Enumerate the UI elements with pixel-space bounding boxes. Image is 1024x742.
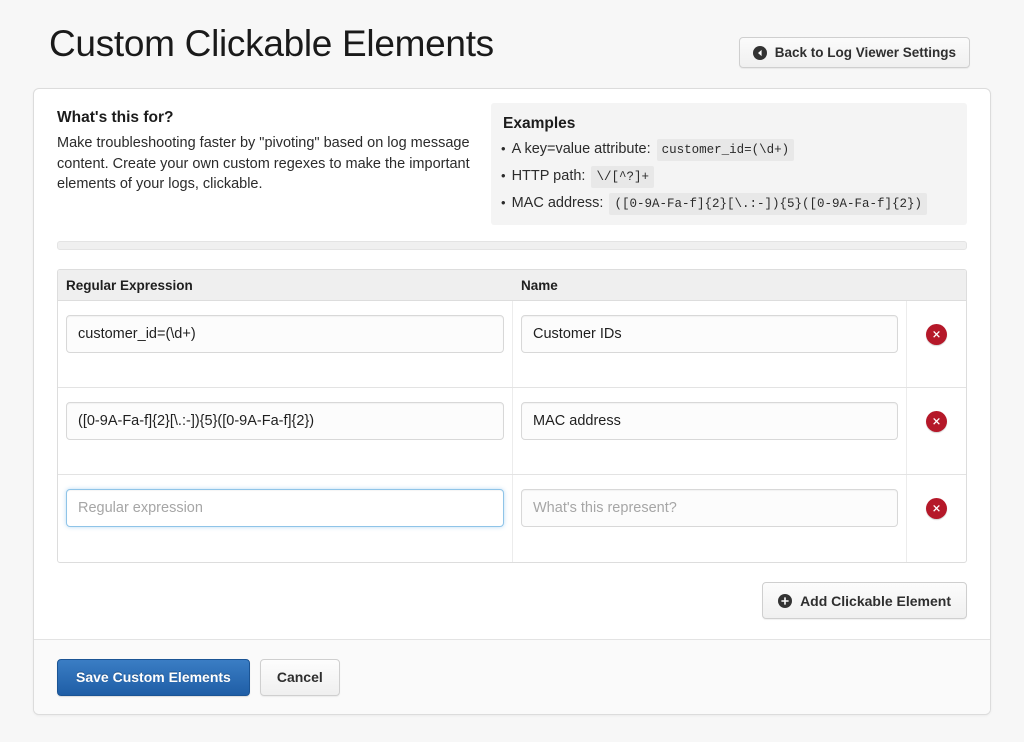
add-button-label: Add Clickable Element xyxy=(800,593,951,609)
back-to-log-viewer-settings-button[interactable]: Back to Log Viewer Settings xyxy=(739,37,970,68)
name-cell xyxy=(513,301,907,387)
bullet-icon: • xyxy=(501,196,506,209)
regex-input[interactable] xyxy=(66,402,504,440)
table-row xyxy=(58,301,966,388)
save-custom-elements-button[interactable]: Save Custom Elements xyxy=(57,659,250,696)
section-divider xyxy=(57,241,967,250)
bullet-icon: • xyxy=(501,169,506,182)
close-x-icon xyxy=(931,329,942,340)
regex-input[interactable] xyxy=(66,315,504,353)
regex-cell xyxy=(58,388,513,474)
panel-footer: Save Custom Elements Cancel xyxy=(34,639,990,714)
delete-cell xyxy=(907,388,966,474)
clickable-elements-table: Regular Expression Name xyxy=(57,269,967,563)
whats-this-for-heading: What's this for? xyxy=(57,109,471,127)
regex-input[interactable] xyxy=(66,489,504,527)
cancel-button[interactable]: Cancel xyxy=(260,659,340,696)
examples-block: Examples • A key=value attribute: custom… xyxy=(491,109,967,225)
delete-cell xyxy=(907,475,966,562)
whats-this-for-body: Make troubleshooting faster by "pivoting… xyxy=(57,133,471,195)
close-x-icon xyxy=(931,416,942,427)
page-header: Custom Clickable Elements Back to Log Vi… xyxy=(0,0,1024,88)
delete-cell xyxy=(907,301,966,387)
example-label: A key=value attribute: xyxy=(512,139,651,160)
close-x-icon xyxy=(931,503,942,514)
example-code: customer_id=(\d+) xyxy=(657,139,795,161)
page-root: Custom Clickable Elements Back to Log Vi… xyxy=(0,0,1024,742)
example-item: • A key=value attribute: customer_id=(\d… xyxy=(501,139,957,161)
main-panel: What's this for? Make troubleshooting fa… xyxy=(33,88,991,715)
examples-list: • A key=value attribute: customer_id=(\d… xyxy=(501,139,957,215)
table-header-row: Regular Expression Name xyxy=(58,270,966,301)
example-label: MAC address: xyxy=(512,193,604,214)
example-code: ([0-9A-Fa-f]{2}[\.:-]){5}([0-9A-Fa-f]{2}… xyxy=(609,193,927,215)
plus-circle-icon xyxy=(778,594,792,608)
name-input[interactable] xyxy=(521,315,898,353)
page-title: Custom Clickable Elements xyxy=(49,24,494,65)
arrow-left-circle-icon xyxy=(753,46,767,60)
example-item: • MAC address: ([0-9A-Fa-f]{2}[\.:-]){5}… xyxy=(501,193,957,215)
intro-section: What's this for? Make troubleshooting fa… xyxy=(57,109,967,225)
add-clickable-element-button[interactable]: Add Clickable Element xyxy=(762,582,967,619)
column-header-regular-expression: Regular Expression xyxy=(58,278,513,293)
example-item: • HTTP path: \/[^?]+ xyxy=(501,166,957,188)
name-cell xyxy=(513,388,907,474)
delete-row-button[interactable] xyxy=(926,324,947,345)
whats-this-for-block: What's this for? Make troubleshooting fa… xyxy=(57,109,491,195)
examples-box: Examples • A key=value attribute: custom… xyxy=(491,103,967,225)
examples-heading: Examples xyxy=(503,115,957,133)
name-input[interactable] xyxy=(521,489,898,527)
back-button-label: Back to Log Viewer Settings xyxy=(775,45,956,60)
column-header-name: Name xyxy=(513,278,907,293)
delete-row-button[interactable] xyxy=(926,498,947,519)
name-cell xyxy=(513,475,907,562)
panel-body: What's this for? Make troubleshooting fa… xyxy=(34,89,990,641)
delete-row-button[interactable] xyxy=(926,411,947,432)
name-input[interactable] xyxy=(521,402,898,440)
add-row-container: Add Clickable Element xyxy=(57,563,967,641)
regex-cell xyxy=(58,301,513,387)
table-row xyxy=(58,475,966,562)
example-label: HTTP path: xyxy=(512,166,586,187)
table-row xyxy=(58,388,966,475)
bullet-icon: • xyxy=(501,142,506,155)
regex-cell xyxy=(58,475,513,562)
example-code: \/[^?]+ xyxy=(591,166,654,188)
